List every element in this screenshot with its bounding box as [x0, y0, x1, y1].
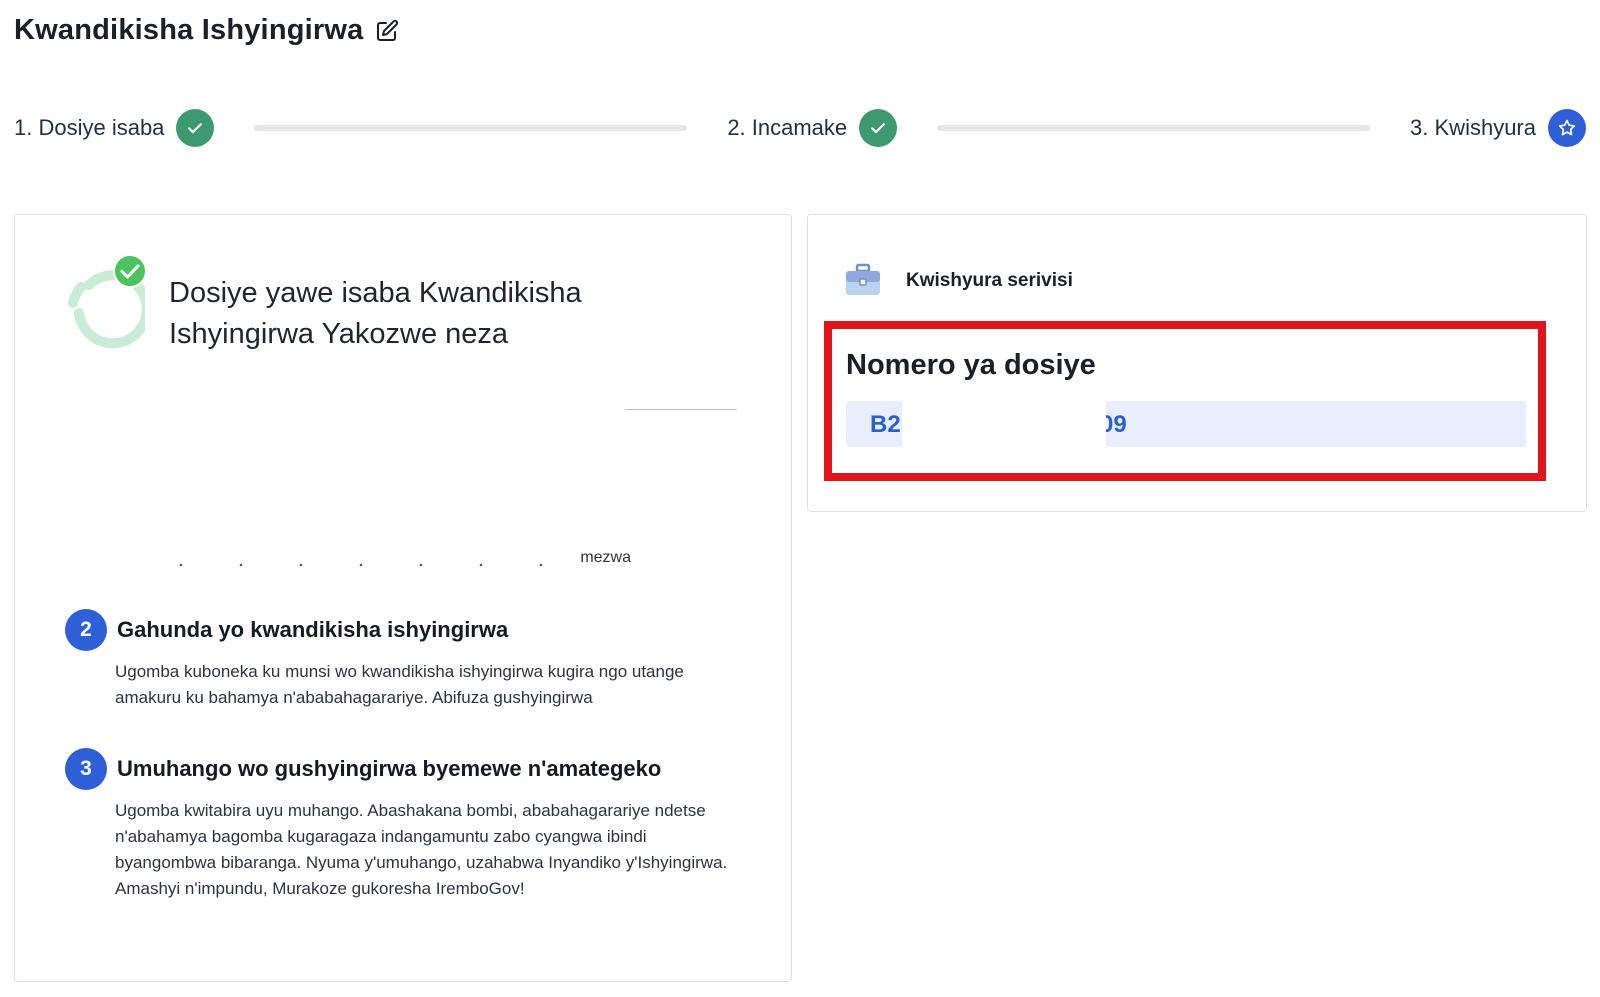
obscured-text-fragment: mezwa — [580, 549, 631, 566]
briefcase-icon — [846, 263, 880, 295]
obscured-text-traces — [151, 563, 591, 567]
step-number-badge: 2 — [65, 609, 107, 651]
step-connector — [254, 125, 688, 131]
edit-icon[interactable] — [375, 19, 399, 43]
payment-header: Kwishyura serivisi — [844, 263, 1073, 299]
star-icon — [1548, 109, 1586, 147]
page-header: Kwandikisha Ishyingirwa — [14, 14, 399, 47]
step-kwishyura[interactable]: 3. Kwishyura — [1410, 109, 1586, 147]
success-card: Dosiye yawe isaba Kwandikisha Ishyingirw… — [14, 214, 792, 982]
info-section-header: 3 Umuhango wo gushyingirwa byemewe n'ama… — [65, 748, 745, 790]
file-number-highlight: Nomero ya dosiye B2 09 — [824, 321, 1546, 481]
payment-card: Kwishyura serivisi Nomero ya dosiye B2 0… — [807, 214, 1587, 512]
redaction-block — [902, 401, 1106, 447]
info-section-title: Gahunda yo kwandikisha ishyingirwa — [117, 617, 509, 642]
info-section-schedule: 2 Gahunda yo kwandikisha ishyingirwa Ugo… — [65, 609, 745, 711]
info-section-ceremony: 3 Umuhango wo gushyingirwa byemewe n'ama… — [65, 748, 745, 902]
step-number-badge: 3 — [65, 748, 107, 790]
info-section-title: Umuhango wo gushyingirwa byemewe n'amate… — [117, 756, 662, 781]
success-message: Dosiye yawe isaba Kwandikisha Ishyingirw… — [169, 277, 582, 350]
step-label: 1. Dosiye isaba — [14, 115, 165, 140]
step-label: 3. Kwishyura — [1410, 115, 1536, 140]
file-number-title: Nomero ya dosiye — [846, 349, 1096, 381]
check-icon — [859, 109, 898, 147]
step-connector — [937, 125, 1371, 131]
success-indicator — [59, 255, 145, 355]
success-ring-icon — [68, 255, 145, 349]
info-section-body: Ugomba kuboneka ku munsi wo kwandikisha … — [115, 662, 684, 707]
obscured-text: mezwa — [111, 549, 711, 571]
step-label: 2. Incamake — [727, 115, 848, 140]
file-number-field[interactable]: B2 09 — [846, 401, 1526, 447]
info-section-header: 2 Gahunda yo kwandikisha ishyingirwa — [65, 609, 745, 651]
page: Kwandikisha Ishyingirwa 1. Dosiye isaba … — [0, 0, 1600, 997]
step-dosiye-isaba[interactable]: 1. Dosiye isaba — [14, 109, 215, 147]
step-incamake[interactable]: 2. Incamake — [727, 109, 898, 147]
payment-label: Kwishyura serivisi — [906, 270, 1073, 291]
info-section-body: Ugomba kwitabira uyu muhango. Abashakana… — [115, 801, 728, 898]
file-number-prefix: B2 — [870, 411, 901, 438]
page-title: Kwandikisha Ishyingirwa — [14, 14, 364, 46]
divider — [625, 409, 737, 410]
check-icon — [176, 109, 215, 147]
progress-stepper: 1. Dosiye isaba 2. Incamake 3. Kwishyura — [14, 108, 1586, 148]
